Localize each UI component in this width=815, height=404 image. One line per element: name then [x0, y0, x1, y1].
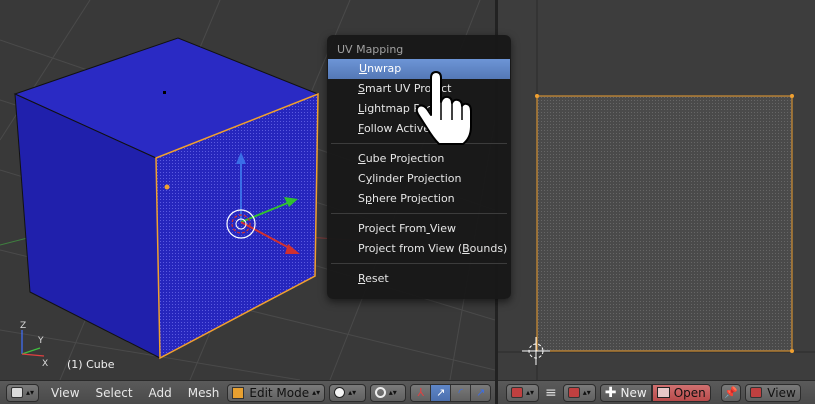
uv-mapping-menu: UV Mapping Unwrap Smart UV Project Lightma…: [327, 35, 511, 299]
active-object-label: (1) Cube: [67, 358, 115, 371]
axis-label-z: Z: [20, 321, 26, 331]
axis-label-x: X: [42, 359, 48, 369]
solid-shading-icon: [334, 387, 346, 398]
menu-separator: [331, 263, 507, 264]
rotate-manipulator-button[interactable]: ◜: [451, 384, 472, 401]
plus-icon: ✚: [604, 384, 617, 401]
menu-item-follow-active-quads[interactable]: Follow Active Quads: [327, 119, 511, 139]
menu-item-smart-uv-project[interactable]: Smart UV Project: [327, 79, 511, 99]
translate-manipulator-button[interactable]: ↗: [431, 384, 452, 401]
open-label: Open: [673, 385, 706, 400]
arrow-icon: ↗: [436, 386, 446, 399]
pivot-point-button[interactable]: ▴▾: [369, 383, 407, 402]
cube-mesh: [13, 37, 320, 360]
menu-select[interactable]: Select: [88, 386, 141, 400]
pin-button[interactable]: 📌: [720, 383, 741, 402]
menu-title: UV Mapping: [337, 43, 404, 56]
menu-item-project-from-view[interactable]: Project From View: [327, 219, 511, 239]
new-image-button[interactable]: ✚ New: [599, 383, 652, 402]
menu-item-lightmap-pack[interactable]: Lightmap Pack: [327, 99, 511, 119]
updown-arrows-icon: ▴▾: [582, 388, 591, 397]
menu-item-unwrap[interactable]: Unwrap: [328, 59, 510, 79]
3d-view-header: ▴▾ View Select Add Mesh Edit Mode ▴▾ ▴▾ …: [0, 380, 495, 404]
mode-selector[interactable]: Edit Mode ▴▾: [227, 383, 326, 402]
axis-gizmo: Z Y X: [20, 321, 48, 369]
pin-icon: 📌: [723, 386, 738, 399]
menu-view[interactable]: View: [43, 386, 87, 400]
updown-arrows-icon: ▴▾: [388, 388, 397, 397]
scale-manipulator-button[interactable]: ↗: [471, 384, 491, 401]
view-mode-button[interactable]: View: [744, 383, 801, 402]
menu-item-reset[interactable]: Reset: [327, 269, 511, 289]
scale-icon: ↗: [475, 386, 486, 399]
new-label: New: [620, 385, 647, 400]
manipulator-toggle-button[interactable]: ⅄: [411, 384, 432, 401]
editor-type-uv-button[interactable]: ▴▾: [506, 383, 540, 402]
menu-item-project-from-view-bounds[interactable]: Project from View (Bounds): [327, 239, 511, 259]
edit-mode-icon: [232, 386, 245, 399]
menu-item-sphere-projection[interactable]: Sphere Projection: [327, 189, 511, 209]
uv-image-editor[interactable]: [498, 0, 815, 380]
updown-arrows-icon: ▴▾: [312, 388, 321, 397]
view-label: View: [767, 385, 796, 400]
uv-island: [536, 95, 793, 352]
axis-label-y: Y: [37, 336, 44, 346]
menu-separator: [331, 143, 507, 144]
menu-items: Unwrap Smart UV Project Lightmap Pack Follo…: [327, 59, 511, 289]
rotate-icon: ◜: [458, 386, 463, 399]
manipulator-group: ⅄ ↗ ◜ ↗: [410, 383, 492, 402]
image-icon: [567, 387, 580, 398]
updown-arrows-icon: ▴▾: [526, 388, 535, 397]
viewport-shading-button[interactable]: ▴▾: [329, 383, 366, 402]
pivot-icon: [374, 387, 386, 398]
image-editor-icon: [511, 387, 523, 398]
menu-toggle-icon[interactable]: ≡: [545, 385, 557, 401]
open-image-button[interactable]: Open: [651, 383, 711, 402]
menu-add[interactable]: Add: [141, 386, 180, 400]
folder-icon: [656, 387, 670, 398]
menu-mesh[interactable]: Mesh: [180, 386, 228, 400]
uv-canvas: [498, 0, 815, 380]
view-icon: [749, 387, 762, 398]
menu-separator: [331, 213, 507, 214]
3d-view-icon: [11, 387, 23, 398]
updown-arrows-icon: ▴▾: [26, 388, 35, 397]
menu-item-cube-projection[interactable]: Cube Projection: [327, 149, 511, 169]
axes-icon: ⅄: [417, 386, 425, 399]
menu-item-cylinder-projection[interactable]: Cylinder Projection: [327, 169, 511, 189]
updown-arrows-icon: ▴▾: [348, 388, 357, 397]
image-browse-button[interactable]: ▴▾: [562, 383, 596, 402]
uv-editor-header: ▴▾ ≡ ▴▾ ✚ New Open 📌 View: [498, 380, 815, 404]
mode-label: Edit Mode: [249, 385, 310, 400]
editor-type-3d-button[interactable]: ▴▾: [6, 383, 40, 402]
